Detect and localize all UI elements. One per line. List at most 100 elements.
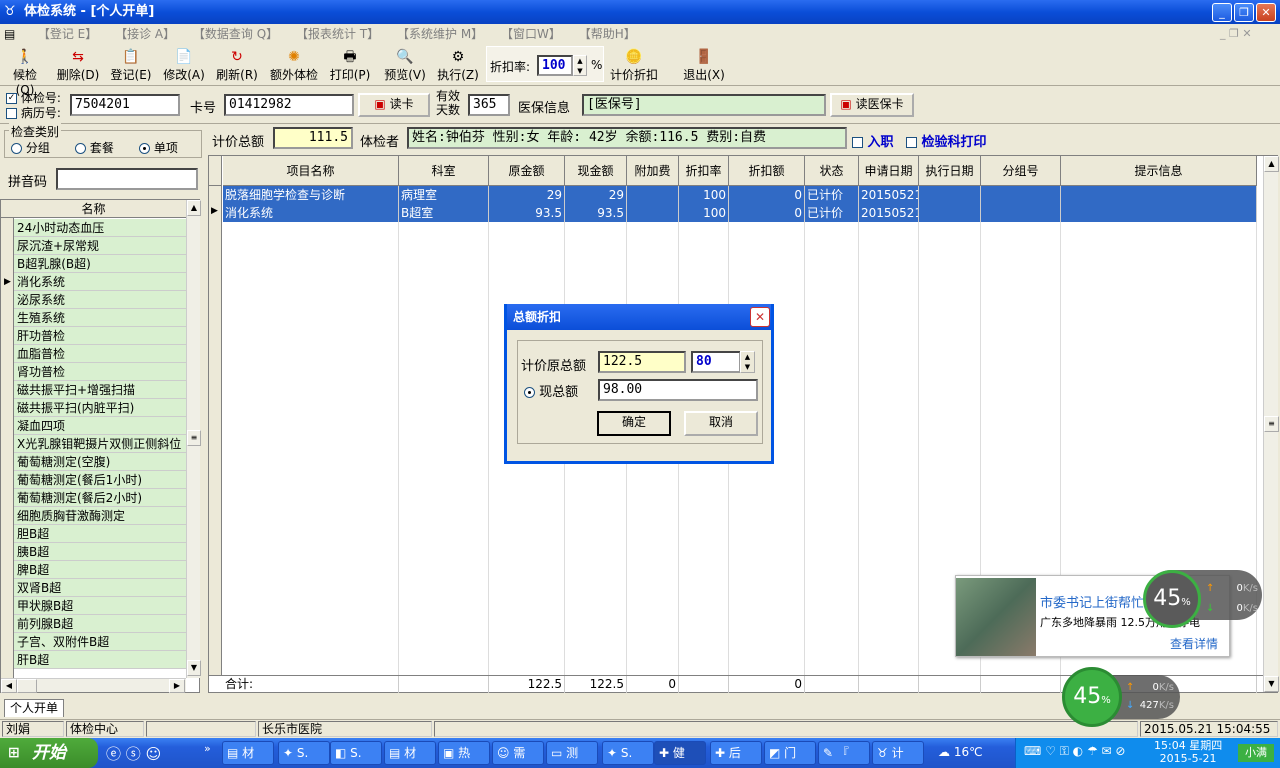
column-header[interactable]: 状态 [805, 156, 859, 186]
taskbar-button[interactable]: ✎ 『 [818, 741, 870, 765]
taskbar-button[interactable]: ☺ 需 [492, 741, 544, 765]
list-item[interactable]: 24小时动态血压 [14, 219, 186, 237]
taskbar-button[interactable]: ◩ 门 [764, 741, 816, 765]
menu-reception[interactable]: 【接诊 A】 [115, 27, 175, 41]
scroll-up-button[interactable]: ▲ [187, 200, 201, 216]
column-header[interactable]: 提示信息 [1061, 156, 1257, 186]
list-item[interactable]: 脾B超 [14, 561, 186, 579]
tray-icons[interactable]: ⌨ ♡ ⚿ ◐ ☂ ✉ ⊘ [1024, 744, 1125, 759]
dialog-close-button[interactable]: ✕ [750, 307, 770, 327]
list-vertical-scrollbar[interactable]: ▲ ≡ ▼ [186, 200, 201, 678]
read-insurance-card-button[interactable]: ▣ 读医保卡 [830, 93, 914, 117]
menu-help[interactable]: 【帮助H】 [579, 27, 636, 41]
list-item[interactable]: 泌尿系统 [14, 291, 186, 309]
refresh-button[interactable]: ↻ 刷新(R) [215, 48, 259, 83]
current-total-input[interactable]: 98.00 [598, 379, 758, 401]
rate-spinner[interactable]: ▲ ▼ [740, 351, 755, 373]
cpu-gauge-2[interactable]: 45% [1062, 667, 1122, 727]
list-item[interactable]: 肾功普检 [14, 363, 186, 381]
delete-button[interactable]: ⇆ 删除(D) [56, 48, 100, 83]
column-header[interactable]: 折扣率 [679, 156, 729, 186]
taskbar-button[interactable]: ♉ 计 [872, 741, 924, 765]
cpu-gauge-1[interactable]: 45% [1143, 570, 1201, 628]
tab-personal-order[interactable]: 个人开单 [4, 699, 64, 717]
record-no-checkbox[interactable] [6, 108, 17, 119]
column-header[interactable]: 执行日期 [919, 156, 981, 186]
table-row[interactable]: 脱落细胞学检查与诊断 病理室 29 29 100 0 已计价 20150521 [209, 186, 1277, 204]
checkup-no-input[interactable]: 7504201 [70, 94, 180, 116]
list-item[interactable]: 子宫、双附件B超 [14, 633, 186, 651]
column-header[interactable]: 原金额 [489, 156, 565, 186]
column-header[interactable]: 申请日期 [859, 156, 919, 186]
grid-scroll-thumb[interactable]: ≡ [1264, 416, 1279, 432]
list-item[interactable]: 甲状腺B超 [14, 597, 186, 615]
h-scroll-thumb[interactable] [17, 679, 37, 693]
exit-button[interactable]: 🚪 退出(X) [682, 48, 726, 83]
execute-button[interactable]: ⚙ 执行(Z) [436, 48, 480, 83]
start-button[interactable]: ⊞ 开始 [0, 738, 98, 768]
list-item[interactable]: 细胞质胸苷激酶测定 [14, 507, 186, 525]
list-item[interactable]: 凝血四项 [14, 417, 186, 435]
list-item[interactable]: 磁共振平扫(内脏平扫) [14, 399, 186, 417]
list-item[interactable]: 葡萄糖测定(餐后2小时) [14, 489, 186, 507]
register-button[interactable]: 📋 登记(E) [109, 48, 153, 83]
current-total-option[interactable]: 现总额 [524, 381, 578, 400]
grid-scroll-up-button[interactable]: ▲ [1264, 156, 1279, 172]
list-item[interactable]: 血脂普检 [14, 345, 186, 363]
enroll-checkbox[interactable] [852, 137, 863, 148]
close-button[interactable]: ✕ [1256, 3, 1276, 22]
lab-print-option[interactable]: 检验科打印 [906, 131, 987, 150]
list-item[interactable]: 葡萄糖测定(空腹) [14, 453, 186, 471]
chat-icon[interactable]: ☺ [146, 745, 162, 763]
list-item[interactable]: 消化系统 [14, 273, 186, 291]
scroll-down-button[interactable]: ▼ [187, 660, 201, 676]
taskbar-button[interactable]: ▤ 材 [222, 741, 274, 765]
taskbar-button[interactable]: ✚ 健 [654, 741, 706, 765]
news-title[interactable]: 市委书记上街帮忙 [1040, 592, 1150, 611]
table-row[interactable]: 消化系统 B超室 93.5 93.5 100 0 已计价 20150521 [209, 204, 1277, 222]
list-item[interactable]: B超乳腺(B超) [14, 255, 186, 273]
category-single-option[interactable]: 单项 [139, 139, 178, 156]
pinyin-input[interactable] [56, 168, 198, 190]
menu-reports[interactable]: 【报表统计 T】 [296, 27, 379, 41]
taskbar-button[interactable]: ✦ S. [278, 741, 330, 765]
column-header[interactable]: 折扣额 [729, 156, 805, 186]
column-header[interactable]: 科室 [399, 156, 489, 186]
extra-checkup-button[interactable]: ✺ 额外体检 [268, 48, 320, 83]
modify-button[interactable]: 📄 修改(A) [162, 48, 206, 83]
lab-print-checkbox[interactable] [906, 137, 917, 148]
cancel-button[interactable]: 取消 [684, 411, 758, 436]
valid-days-input[interactable]: 365 [468, 94, 510, 116]
list-item[interactable]: 双肾B超 [14, 579, 186, 597]
news-detail-link[interactable]: 查看详情 [1170, 635, 1218, 652]
scroll-right-button[interactable]: ▶ [169, 679, 185, 693]
enroll-option[interactable]: 入职 [852, 131, 894, 150]
preview-button[interactable]: 🔍 预览(V) [383, 48, 427, 83]
checkup-no-checkbox[interactable]: ✓ [6, 93, 17, 104]
quick-launch-expand[interactable]: » [204, 742, 211, 755]
list-item[interactable]: 肝功普检 [14, 327, 186, 345]
grid-scroll-down-button[interactable]: ▼ [1264, 676, 1279, 692]
list-item[interactable]: 磁共振平扫+增强扫描 [14, 381, 186, 399]
minimize-button[interactable]: _ [1212, 3, 1232, 22]
taskbar-button[interactable]: ◧ S. [330, 741, 382, 765]
list-item[interactable]: 尿沉渣+尿常规 [14, 237, 186, 255]
list-horizontal-scrollbar[interactable]: ◀ ▶ [1, 678, 186, 693]
category-group-option[interactable]: 分组 [11, 139, 50, 156]
list-item[interactable]: X光乳腺钼靶摄片双侧正侧斜位 [14, 435, 186, 453]
column-header[interactable]: 分组号 [981, 156, 1061, 186]
scroll-thumb[interactable]: ≡ [187, 430, 201, 446]
grid-vertical-scrollbar[interactable]: ▲ ≡ ▼ [1263, 156, 1279, 692]
record-no-option[interactable]: 病历号: [6, 104, 61, 121]
column-header[interactable]: 现金额 [565, 156, 627, 186]
ime-indicator[interactable]: 小满 [1238, 744, 1274, 762]
list-item[interactable]: 肝B超 [14, 651, 186, 669]
list-item[interactable]: 胆B超 [14, 525, 186, 543]
tray-clock[interactable]: 15:04 星期四 2015-5-21 [1154, 739, 1222, 765]
menu-system[interactable]: 【系统维护 M】 [397, 27, 483, 41]
category-package-option[interactable]: 套餐 [75, 139, 114, 156]
list-item[interactable]: 生殖系统 [14, 309, 186, 327]
card-no-input[interactable]: 01412982 [224, 94, 354, 116]
discount-rate-input[interactable]: 100 [537, 55, 573, 76]
list-item[interactable]: 前列腺B超 [14, 615, 186, 633]
